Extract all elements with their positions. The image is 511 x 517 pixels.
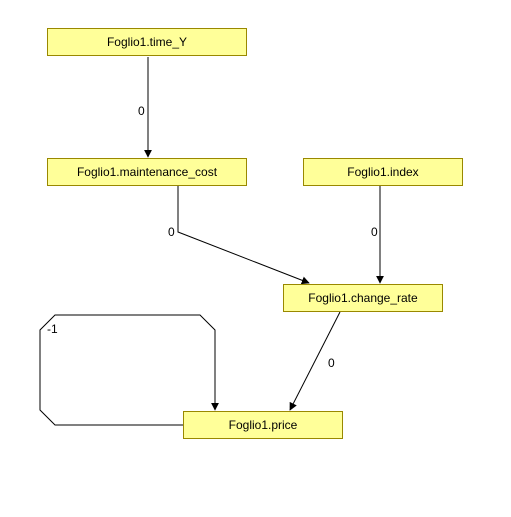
node-index[interactable]: Foglio1.index — [303, 158, 463, 186]
node-label: Foglio1.time_Y — [107, 35, 187, 49]
node-label: Foglio1.change_rate — [308, 291, 417, 305]
node-label: Foglio1.maintenance_cost — [77, 165, 217, 179]
edge-label-price-self: -1 — [47, 322, 58, 336]
edge-label-change-to-price: 0 — [328, 356, 335, 370]
edge-label-index-to-change: 0 — [371, 225, 378, 239]
edge-price-self-loop — [40, 315, 215, 425]
node-change-rate[interactable]: Foglio1.change_rate — [283, 284, 443, 312]
edges-layer — [0, 0, 511, 517]
edge-label-maintenance-to-change: 0 — [168, 225, 175, 239]
node-time-y[interactable]: Foglio1.time_Y — [47, 28, 247, 56]
node-maintenance-cost[interactable]: Foglio1.maintenance_cost — [47, 158, 247, 186]
node-label: Foglio1.price — [229, 418, 298, 432]
diagram-canvas: Foglio1.time_Y Foglio1.maintenance_cost … — [0, 0, 511, 517]
node-price[interactable]: Foglio1.price — [183, 411, 343, 439]
edge-maintenance-to-change — [178, 186, 309, 283]
node-label: Foglio1.index — [347, 165, 418, 179]
edge-label-time-to-maintenance: 0 — [138, 104, 145, 118]
